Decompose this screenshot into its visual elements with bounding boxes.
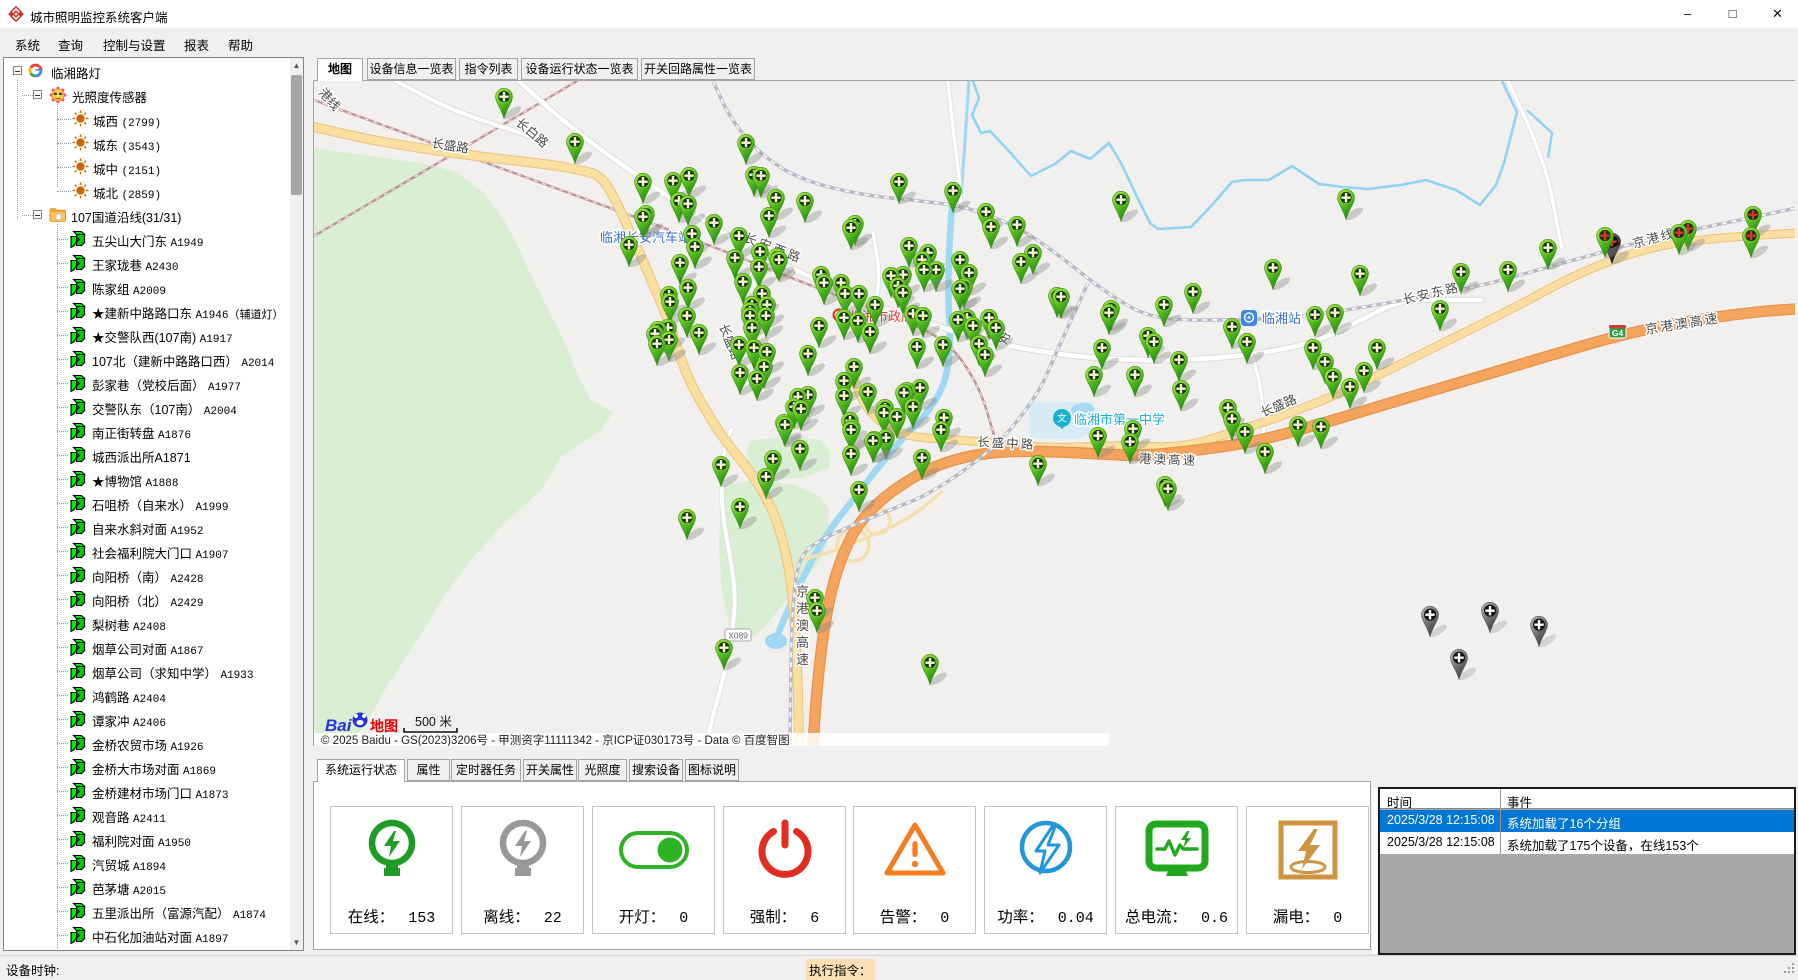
svg-text:澳: 澳 — [796, 618, 809, 633]
svg-text:临湘市第一中学: 临湘市第一中学 — [1074, 412, 1165, 427]
svg-text:X089: X089 — [728, 631, 748, 641]
svg-text:地图: 地图 — [370, 718, 398, 734]
svg-text:港澳高速: 港澳高速 — [1139, 451, 1198, 468]
svg-text:Bai: Bai — [325, 716, 353, 735]
svg-text:长盛中路: 长盛中路 — [977, 434, 1036, 452]
svg-text:文: 文 — [1057, 413, 1067, 425]
svg-text:临湘站: 临湘站 — [1262, 311, 1301, 326]
svg-text:500 米: 500 米 — [415, 715, 452, 729]
svg-text:© 2025 Baidu - GS(2023)3206号 -: © 2025 Baidu - GS(2023)3206号 - 甲测资字11111… — [321, 733, 790, 746]
svg-text:速: 速 — [796, 652, 809, 667]
svg-text:高: 高 — [796, 635, 809, 650]
svg-text:G4: G4 — [1612, 328, 1624, 338]
svg-text:港: 港 — [796, 601, 809, 616]
